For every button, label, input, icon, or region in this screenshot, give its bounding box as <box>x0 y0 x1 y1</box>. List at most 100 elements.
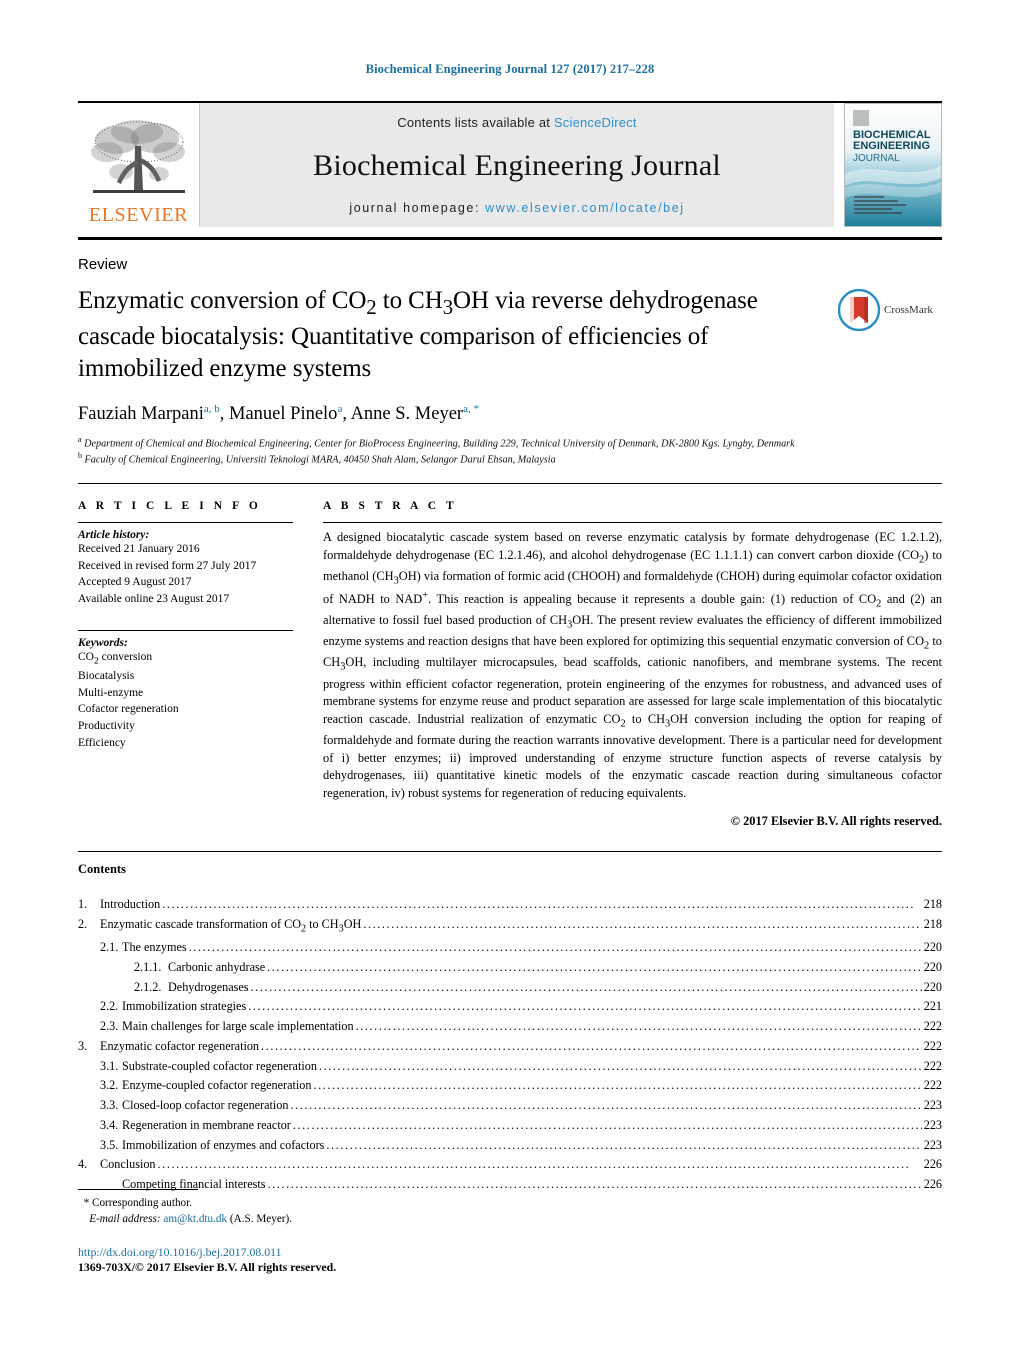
toc-entry[interactable]: 2.3. Main challenges for large scale imp… <box>78 1017 942 1037</box>
toc-page: 223 <box>923 1117 942 1132</box>
elsevier-wordmark: ELSEVIER <box>88 204 189 226</box>
toc-label[interactable]: Enzymatic cofactor regeneration <box>100 1037 259 1057</box>
corresponding-author-note: * Corresponding author. <box>78 1195 942 1211</box>
author-affil-marker-3: a, * <box>463 402 479 415</box>
keyword-item: Productivity <box>78 720 135 732</box>
toc-page: 226 <box>923 1157 942 1172</box>
masthead-bottom-rule <box>78 237 942 240</box>
toc-entry[interactable]: 1. Introduction ........................… <box>78 895 942 915</box>
toc-leader: ........................................… <box>313 1078 922 1093</box>
toc-entry[interactable]: 4. Conclusion ..........................… <box>78 1155 942 1175</box>
toc-page: 220 <box>923 959 942 974</box>
toc-number: 3.2. <box>100 1078 119 1093</box>
toc-page: 223 <box>923 1098 942 1113</box>
affiliation-b: b Faculty of Chemical Engineering, Unive… <box>78 451 942 467</box>
toc-label[interactable]: Main challenges for large scale implemen… <box>122 1017 354 1037</box>
toc-entry[interactable]: 2.1.1. Carbonic anhydrase ..............… <box>78 958 942 978</box>
email-label: E-mail address: <box>89 1212 161 1225</box>
toc-label[interactable]: Closed-loop cofactor regeneration <box>122 1096 289 1116</box>
toc-number: 2. <box>78 917 88 932</box>
svg-text:JOURNAL: JOURNAL <box>853 153 900 164</box>
email-link[interactable]: am@kt.dtu.dk <box>163 1213 227 1225</box>
affiliation-marker-b: b <box>78 450 82 460</box>
info-abstract-columns: A R T I C L E I N F O Article history: R… <box>78 500 942 829</box>
toc-entry[interactable]: 2.1. The enzymes .......................… <box>78 938 942 958</box>
keyword-item: Efficiency <box>78 736 126 749</box>
toc-label[interactable]: Immobilization of enzymes and cofactors <box>122 1136 324 1156</box>
toc-label[interactable]: Immobilization strategies <box>122 997 246 1017</box>
doi-link[interactable]: http://dx.doi.org/10.1016/j.bej.2017.08.… <box>78 1245 942 1260</box>
toc-entry[interactable]: 3.4. Regeneration in membrane reactor ..… <box>78 1116 942 1136</box>
toc-entry[interactable]: 3.5. Immobilization of enzymes and cofac… <box>78 1136 942 1156</box>
toc-leader: ........................................… <box>292 1117 922 1132</box>
contents-available-prefix: Contents lists available at <box>397 115 551 130</box>
toc-leader: ........................................… <box>355 1019 922 1034</box>
article-history-label: Article history: <box>78 529 150 542</box>
toc-page: 222 <box>923 1038 942 1053</box>
toc-label[interactable]: Regeneration in membrane reactor <box>122 1116 291 1136</box>
toc-leader: ........................................… <box>188 940 922 955</box>
sciencedirect-link[interactable]: ScienceDirect <box>554 115 637 130</box>
article-info-heading: A R T I C L E I N F O <box>78 500 262 513</box>
toc-entry[interactable]: 2. Enzymatic cascade transformation of C… <box>78 915 942 938</box>
toc-leader: ........................................… <box>290 1098 922 1113</box>
toc-page: 221 <box>923 999 942 1014</box>
table-of-contents: 1. Introduction ........................… <box>78 895 942 1195</box>
toc-leader: ........................................… <box>318 1058 922 1073</box>
footnote-rule <box>78 1188 198 1190</box>
toc-label[interactable]: The enzymes <box>122 938 187 958</box>
author-name-3: Anne S. Meyer <box>350 403 464 424</box>
toc-label[interactable]: Introduction <box>100 895 160 915</box>
abstract-column: A B S T R A C T A designed biocatalytic … <box>323 500 942 829</box>
toc-label[interactable]: Dehydrogenases <box>168 978 249 998</box>
affiliation-b-text: Faculty of Chemical Engineering, Univers… <box>84 454 556 466</box>
toc-leader: ........................................… <box>250 979 922 994</box>
toc-page: 222 <box>923 1019 942 1034</box>
toc-page: 218 <box>923 897 942 912</box>
crossmark-badge[interactable]: CrossMark <box>838 285 942 331</box>
toc-entry[interactable]: 2.1.2. Dehydrogenases ..................… <box>78 978 942 998</box>
corresponding-marker: * <box>83 1196 90 1209</box>
running-head: Biochemical Engineering Journal 127 (201… <box>365 62 655 76</box>
journal-homepage-url[interactable]: www.elsevier.com/locate/bej <box>485 201 685 215</box>
email-owner: (A.S. Meyer). <box>229 1212 293 1225</box>
toc-entry[interactable]: 3.1. Substrate-coupled cofactor regenera… <box>78 1057 942 1077</box>
journal-homepage-line: journal homepage: www.elsevier.com/locat… <box>349 201 684 215</box>
issn-copyright: 1369-703X/© 2017 Elsevier B.V. All right… <box>78 1260 337 1274</box>
toc-entry[interactable]: 2.2. Immobilization strategies .........… <box>78 997 942 1017</box>
keyword-item: Biocatalysis <box>78 669 135 682</box>
toc-number: 2.2. <box>100 999 119 1014</box>
toc-leader: ........................................… <box>267 959 922 974</box>
toc-number: 3. <box>78 1038 88 1053</box>
corresponding-label: Corresponding author. <box>91 1196 193 1209</box>
article-history-item: Received in revised form 27 July 2017 <box>78 559 257 572</box>
toc-number: 2.3. <box>100 1019 119 1034</box>
journal-cover-thumbnail: BIOCHEMICAL ENGINEERING JOURNAL <box>844 103 942 227</box>
toc-leader: ........................................… <box>326 1137 922 1152</box>
toc-label[interactable]: Carbonic anhydrase <box>168 958 265 978</box>
contents-available-line: Contents lists available at ScienceDirec… <box>397 115 636 130</box>
toc-label[interactable]: Conclusion <box>100 1155 156 1175</box>
toc-label[interactable]: Enzymatic cascade transformation of CO2 … <box>100 915 361 938</box>
toc-page: 220 <box>923 940 942 955</box>
toc-entry[interactable]: 3. Enzymatic cofactor regeneration .....… <box>78 1037 942 1057</box>
toc-entry[interactable]: 3.2. Enzyme-coupled cofactor regeneratio… <box>78 1076 942 1096</box>
journal-homepage-label: journal homepage: <box>349 201 481 215</box>
toc-page: 218 <box>923 917 942 932</box>
author-name-1: Fauziah Marpani <box>78 403 204 424</box>
toc-leader: ........................................… <box>157 1157 911 1172</box>
toc-label[interactable]: Enzyme-coupled cofactor regeneration <box>122 1076 311 1096</box>
masthead-center: Contents lists available at ScienceDirec… <box>200 103 834 227</box>
journal-cover-art: BIOCHEMICAL ENGINEERING JOURNAL <box>845 104 941 226</box>
article-type: Review <box>78 256 128 273</box>
abstract-body: A designed biocatalytic cascade system b… <box>323 530 943 800</box>
keyword-item: Cofactor regeneration <box>78 703 179 716</box>
author-affil-marker-1: a, b <box>203 402 220 415</box>
toc-entry[interactable]: 3.3. Closed-loop cofactor regeneration .… <box>78 1096 942 1116</box>
affiliation-list: a Department of Chemical and Biochemical… <box>78 435 942 467</box>
contents-heading: Contents <box>78 862 126 877</box>
author-name-2: Manuel Pinelo <box>229 403 338 424</box>
elsevier-logo: ELSEVIER <box>78 103 200 227</box>
page-footer: * Corresponding author. E-mail address: … <box>78 1188 942 1275</box>
toc-label[interactable]: Substrate-coupled cofactor regeneration <box>122 1057 317 1077</box>
